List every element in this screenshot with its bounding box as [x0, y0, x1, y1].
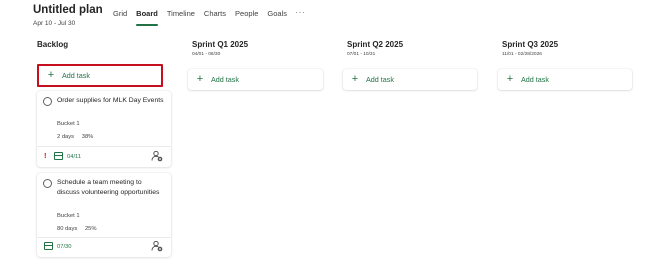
task-progress: 38% — [81, 134, 94, 140]
add-task-label: Add task — [366, 75, 394, 84]
task-duration: 80 days — [57, 226, 78, 232]
more-views-icon[interactable]: ··· — [295, 8, 306, 17]
bucket-sprint-q3: Sprint Q3 2025 11/01 - 02/28/2026 + Add … — [498, 40, 648, 90]
urgent-priority-icon: ! — [44, 151, 47, 160]
task-meta: 2 days 38% — [57, 134, 99, 140]
due-date[interactable]: 07/30 — [57, 244, 72, 250]
add-task-label: Add task — [211, 75, 239, 84]
bucket-sprint-q2: Sprint Q2 2025 07/01 - 10/31 + Add task — [343, 40, 493, 90]
add-task-button[interactable]: + Add task — [498, 69, 632, 90]
bucket-name[interactable]: Sprint Q1 2025 — [192, 40, 338, 49]
card-divider — [37, 146, 171, 147]
bucket-name[interactable]: Sprint Q2 2025 — [347, 40, 493, 49]
add-task-label: Add task — [521, 75, 549, 84]
due-date[interactable]: 04/11 — [67, 154, 81, 160]
bucket-name[interactable]: Sprint Q3 2025 — [502, 40, 648, 49]
bucket-dates — [37, 52, 183, 58]
bucket-dates: 04/01 - 06/30 — [192, 52, 221, 57]
task-meta: 80 days 25% — [57, 226, 103, 232]
tab-charts[interactable]: Charts — [204, 8, 226, 26]
bucket-name[interactable]: Backlog — [37, 40, 183, 49]
card-divider — [37, 237, 171, 238]
task-card[interactable]: Schedule a team meeting to discuss volun… — [37, 173, 171, 257]
task-progress: 25% — [84, 226, 97, 232]
plan-header: Untitled plan Apr 10 - Jul 30 Grid Board… — [33, 4, 653, 30]
plan-dates: Apr 10 - Jul 30 — [33, 20, 76, 27]
tab-people[interactable]: People — [235, 8, 258, 26]
add-task-button[interactable]: + Add task — [37, 64, 163, 87]
bucket-backlog: Backlog + Add task Order supplies for ML… — [37, 40, 183, 257]
add-task-label: Add task — [62, 71, 90, 80]
tab-timeline[interactable]: Timeline — [167, 8, 195, 26]
bucket-dates: 11/01 - 02/28/2026 — [502, 52, 542, 57]
assign-person-icon[interactable] — [151, 150, 163, 162]
plus-icon: + — [351, 73, 359, 85]
bucket-sprint-q1: Sprint Q1 2025 04/01 - 06/30 + Add task — [188, 40, 338, 90]
plus-icon: + — [47, 69, 55, 81]
assign-person-icon[interactable] — [151, 240, 163, 252]
bucket-dates: 07/01 - 10/31 — [347, 52, 376, 57]
task-title: Order supplies for MLK Day Events — [57, 97, 164, 104]
task-bucket: Bucket 1 — [57, 121, 80, 127]
tab-grid[interactable]: Grid — [113, 8, 127, 26]
task-card[interactable]: Order supplies for MLK Day Events Bucket… — [37, 91, 171, 167]
tab-board[interactable]: Board — [136, 8, 158, 26]
calendar-icon — [44, 242, 53, 250]
plus-icon: + — [196, 73, 204, 85]
view-tabs: Grid Board Timeline Charts People Goals … — [113, 8, 306, 26]
add-task-button[interactable]: + Add task — [343, 69, 477, 90]
task-title: Schedule a team meeting to discuss volun… — [57, 179, 160, 196]
plus-icon: + — [506, 73, 514, 85]
task-bucket: Bucket 1 — [57, 213, 80, 219]
add-task-button[interactable]: + Add task — [188, 69, 323, 90]
calendar-icon — [54, 152, 63, 160]
task-duration: 2 days — [57, 134, 75, 140]
plan-title[interactable]: Untitled plan — [33, 4, 103, 16]
complete-task-checkbox[interactable] — [43, 179, 52, 188]
complete-task-checkbox[interactable] — [43, 97, 52, 106]
tab-goals[interactable]: Goals — [267, 8, 287, 26]
